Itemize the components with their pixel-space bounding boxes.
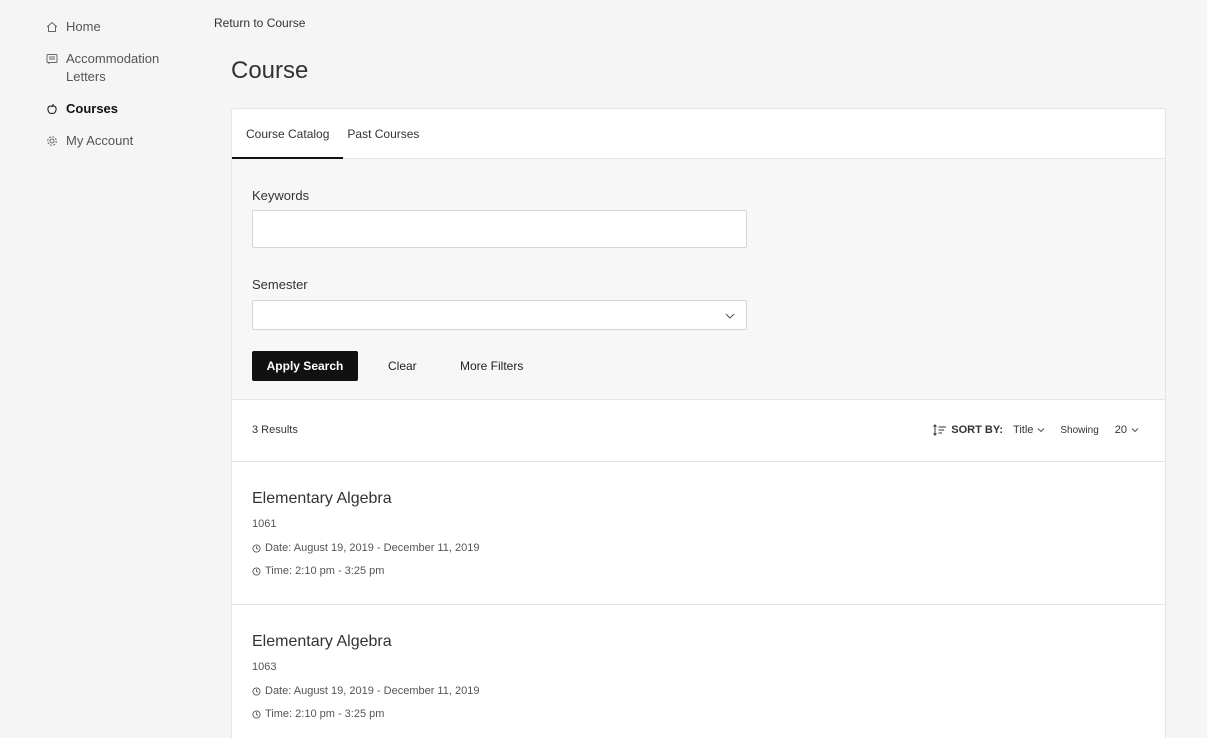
sidebar-item-label: Accommodation Letters xyxy=(66,51,160,84)
course-date: Date: August 19, 2019 - December 11, 201… xyxy=(252,542,479,554)
sidebar-item-accommodation-letters[interactable]: Accommodation Letters xyxy=(0,50,210,86)
sort-value: Title xyxy=(1013,424,1034,436)
sidebar-item-my-account[interactable]: My Account xyxy=(0,132,210,150)
course-time: Time: 2:10 pm - 3:25 pm xyxy=(252,565,384,577)
tab-bar: Course Catalog Past Courses xyxy=(232,109,1165,159)
more-filters-button[interactable]: More Filters xyxy=(460,351,523,381)
semester-select[interactable] xyxy=(252,300,747,330)
course-title[interactable]: Elementary Algebra xyxy=(252,490,392,508)
course-list-item[interactable]: Elementary Algebra 1063 Date: August 19,… xyxy=(232,605,1165,738)
sidebar-item-courses[interactable]: Courses xyxy=(0,100,210,118)
letter-icon xyxy=(46,50,66,68)
course-number: 1063 xyxy=(252,661,277,673)
results-toolbar: 3 Results SORT BY: Title Showing 20 xyxy=(232,400,1165,462)
page-size-dropdown[interactable]: 20 xyxy=(1115,424,1139,436)
course-time-text: Time: 2:10 pm - 3:25 pm xyxy=(265,565,385,577)
clock-icon xyxy=(252,709,261,719)
sidebar-item-home[interactable]: Home xyxy=(0,18,210,36)
apply-search-button[interactable]: Apply Search xyxy=(252,351,358,381)
course-date-text: Date: August 19, 2019 - December 11, 201… xyxy=(265,685,480,697)
return-to-course-link[interactable]: Return to Course xyxy=(214,16,305,30)
clock-icon xyxy=(252,566,261,576)
sort-icon xyxy=(933,424,947,436)
showing-label: Showing xyxy=(1060,424,1099,436)
clock-icon xyxy=(252,543,261,553)
semester-label: Semester xyxy=(252,277,308,292)
course-number: 1061 xyxy=(252,518,277,530)
sort-by-label: SORT BY: xyxy=(951,424,1004,436)
tab-course-catalog[interactable]: Course Catalog xyxy=(232,109,344,159)
keywords-label: Keywords xyxy=(252,188,310,203)
sidebar-item-label: Home xyxy=(66,19,101,34)
course-title[interactable]: Elementary Algebra xyxy=(252,633,392,651)
page-size-value: 20 xyxy=(1114,424,1127,436)
clock-icon xyxy=(252,686,261,696)
gear-icon xyxy=(46,132,66,150)
course-panel: Course Catalog Past Courses Keywords Sem… xyxy=(231,108,1166,738)
sort-controls: SORT BY: Title Showing 20 xyxy=(933,420,1139,440)
course-time-text: Time: 2:10 pm - 3:25 pm xyxy=(265,708,385,720)
tab-past-courses[interactable]: Past Courses xyxy=(343,109,419,158)
sidebar-item-label: Courses xyxy=(66,101,119,116)
chevron-down-icon xyxy=(725,313,735,319)
apple-icon xyxy=(46,100,66,118)
sidebar-item-label: My Account xyxy=(66,133,134,148)
search-form: Keywords Semester Apply Search Clear Mor… xyxy=(232,159,1165,400)
results-count: 3 Results xyxy=(252,424,298,436)
page-title: Course xyxy=(231,57,309,84)
home-icon xyxy=(46,18,66,36)
course-date: Date: August 19, 2019 - December 11, 201… xyxy=(252,685,479,697)
clear-button[interactable]: Clear xyxy=(388,351,417,381)
chevron-down-icon xyxy=(1038,428,1045,433)
sort-dropdown[interactable]: Title xyxy=(1013,424,1045,436)
chevron-down-icon xyxy=(1131,428,1139,433)
course-date-text: Date: August 19, 2019 - December 11, 201… xyxy=(265,542,480,554)
sidebar-nav: Home Accommodation Letters Courses My Ac… xyxy=(0,0,210,738)
course-list-item[interactable]: Elementary Algebra 1061 Date: August 19,… xyxy=(232,462,1165,605)
course-time: Time: 2:10 pm - 3:25 pm xyxy=(252,708,384,720)
keywords-input[interactable] xyxy=(252,210,747,248)
